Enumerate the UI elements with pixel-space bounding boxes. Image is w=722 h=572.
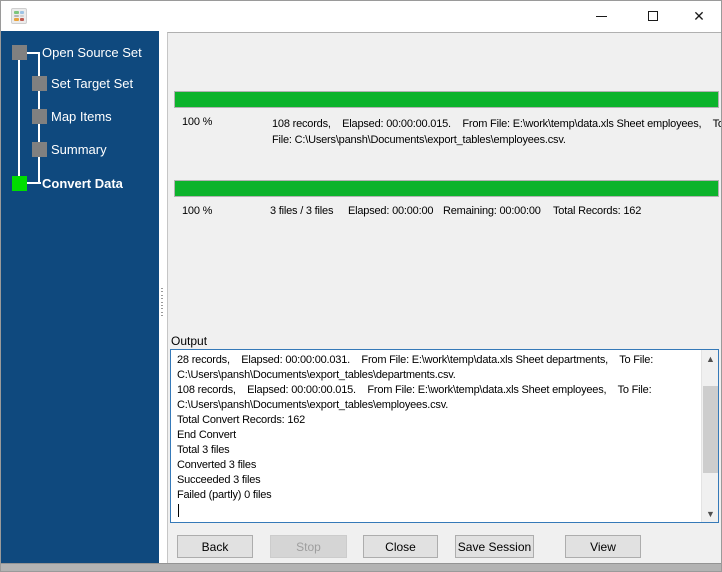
text-caret	[178, 504, 179, 517]
maximize-button[interactable]	[637, 4, 669, 28]
output-log-textbox[interactable]: 28 records, Elapsed: 00:00:00.031. From …	[170, 349, 719, 523]
close-wizard-button[interactable]: Close	[363, 535, 438, 558]
minimize-button[interactable]	[585, 4, 617, 28]
overall-progress-percent: 100 %	[182, 205, 213, 217]
app-icon	[11, 8, 27, 24]
splitter-grip[interactable]	[161, 288, 164, 316]
output-log-text: 28 records, Elapsed: 00:00:00.031. From …	[177, 354, 654, 501]
convert-panel: 100 % 108 records, Elapsed: 00:00:00.015…	[167, 32, 721, 563]
minimize-icon	[595, 15, 607, 17]
view-button[interactable]: View	[565, 535, 641, 558]
overall-progress-fill	[175, 181, 718, 196]
step-marker-map-items	[32, 109, 47, 124]
sidebar-item-map-items: Map Items	[51, 109, 112, 124]
output-scrollbar[interactable]: ▲ ▼	[701, 350, 718, 522]
file-progress-detail: 108 records, Elapsed: 00:00:00.015. From…	[272, 118, 721, 146]
overall-elapsed-time: Elapsed: 00:00:00	[348, 205, 434, 217]
wizard-step-sidebar: Open Source Set Set Target Set Map Items…	[1, 31, 159, 564]
file-progress-percent: 100 %	[182, 116, 213, 128]
sidebar-item-convert-data: Convert Data	[42, 176, 123, 191]
output-label: Output	[171, 334, 208, 348]
scroll-down-icon[interactable]: ▼	[702, 505, 719, 522]
step-marker-summary	[32, 142, 47, 157]
sidebar-item-set-target-set: Set Target Set	[51, 76, 134, 91]
overall-total-records: Total Records: 162	[553, 205, 642, 217]
tree-connector	[18, 60, 20, 176]
tree-connector	[27, 182, 41, 184]
file-progress-bar	[174, 91, 719, 108]
tree-connector	[27, 52, 39, 54]
step-marker-set-target-set	[32, 76, 47, 91]
window-bottom-edge	[1, 563, 721, 571]
close-button[interactable]: ✕	[683, 4, 715, 28]
title-bar: ✕	[1, 1, 721, 31]
file-progress-fill	[175, 92, 718, 107]
step-marker-open-source-set	[12, 45, 27, 60]
save-session-button[interactable]: Save Session	[455, 535, 534, 558]
close-icon: ✕	[693, 7, 705, 24]
step-marker-convert-data	[12, 176, 27, 191]
overall-files-count: 3 files / 3 files	[270, 205, 334, 217]
maximize-icon	[648, 11, 658, 21]
back-button[interactable]: Back	[177, 535, 253, 558]
scrollbar-thumb[interactable]	[703, 386, 718, 473]
sidebar-item-open-source-set: Open Source Set	[42, 45, 142, 60]
sidebar-item-summary: Summary	[51, 142, 107, 157]
scroll-up-icon[interactable]: ▲	[702, 350, 719, 367]
overall-remaining-time: Remaining: 00:00:00	[443, 205, 541, 217]
app-window: ✕ Open Source Set Set Target Set Map Ite…	[0, 0, 722, 572]
stop-button: Stop	[270, 535, 347, 558]
overall-progress-bar	[174, 180, 719, 197]
